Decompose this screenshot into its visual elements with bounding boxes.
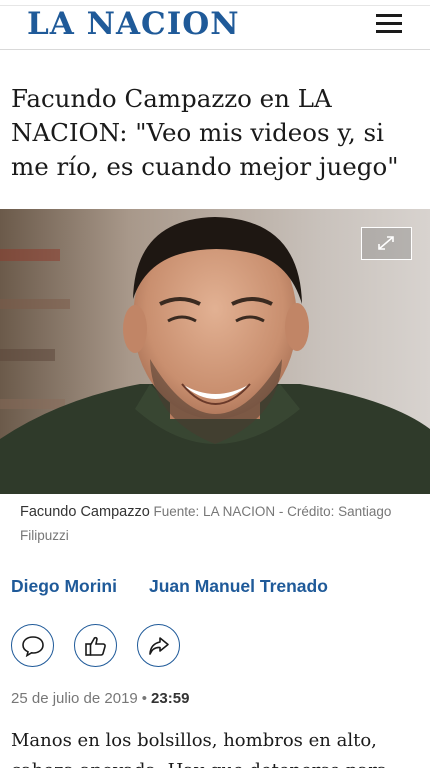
site-logo[interactable]: LA NACION [27,4,240,44]
expand-photo-button[interactable] [361,227,412,260]
article-dateline: 25 de julio de 2019 • 23:59 [11,690,189,712]
photo-caption: Facundo Campazzo Fuente: LA NACION - Cré… [20,500,415,548]
share-button[interactable] [137,624,180,667]
menu-line [376,22,402,25]
body-line: Manos en los bolsillos, hombros en alto, [11,730,377,751]
thumbs-up-icon [84,636,106,656]
article-authors: Diego Morini Juan Manuel Trenado [11,576,421,602]
publish-date: 25 de julio de 2019 [11,690,138,707]
share-arrow-icon [148,636,169,655]
comment-button[interactable] [11,624,54,667]
menu-line [376,14,402,17]
menu-line [376,30,402,33]
article-headline: Facundo Campazzo en LA NACION: "Veo mis … [11,84,399,181]
article-body: Manos en los bolsillos, hombros en alto,… [11,726,423,768]
publish-time: 23:59 [151,690,190,707]
expand-arrows-icon [378,236,394,250]
site-header: LA NACION [0,0,430,50]
caption-subject: Facundo Campazzo [20,504,150,520]
comment-icon [21,635,44,657]
like-button[interactable] [74,624,117,667]
body-line: cabeza apoyada. Hay que detenerse para [11,756,423,768]
author-link[interactable]: Juan Manuel Trenado [149,576,328,597]
hamburger-menu-icon[interactable] [372,9,406,37]
author-link[interactable]: Diego Morini [11,576,117,597]
date-separator: • [141,690,148,707]
